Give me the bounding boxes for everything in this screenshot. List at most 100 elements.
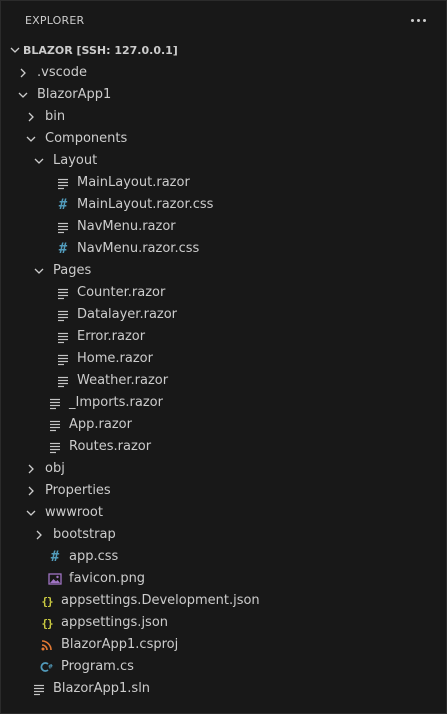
chevron-down-icon[interactable]: [31, 263, 47, 279]
tree-item-label: Counter.razor: [77, 285, 166, 300]
tree-file-row[interactable]: _Imports.razor: [1, 392, 446, 414]
lines-file-icon: [55, 373, 71, 389]
workspace-section-header[interactable]: BLAZOR [SSH: 127.0.0.1]: [1, 39, 446, 61]
tree-folder-row[interactable]: wwwroot: [1, 502, 446, 524]
tree-file-row[interactable]: Weather.razor: [1, 370, 446, 392]
lines-file-icon: [47, 417, 63, 433]
tree-folder-row[interactable]: .vscode: [1, 62, 446, 84]
tree-item-label: App.razor: [69, 417, 132, 432]
tree-file-row[interactable]: NavMenu.razor: [1, 216, 446, 238]
tree-file-row[interactable]: BlazorApp1.csproj: [1, 634, 446, 656]
lines-file-icon: [55, 175, 71, 191]
chevron-right-icon[interactable]: [23, 483, 39, 499]
lines-file-icon: [55, 219, 71, 235]
tree-folder-row[interactable]: Layout: [1, 150, 446, 172]
hash-css-icon: #: [58, 241, 68, 257]
tree-file-row[interactable]: Datalayer.razor: [1, 304, 446, 326]
tree-item-label: bin: [45, 109, 66, 124]
tree-item-label: Routes.razor: [69, 439, 152, 454]
tree-item-label: MainLayout.razor.css: [77, 197, 214, 212]
tree-item-label: MainLayout.razor: [77, 175, 190, 190]
tree-item-label: Weather.razor: [77, 373, 169, 388]
hash-css-icon: #: [58, 197, 68, 213]
chevron-down-icon[interactable]: [23, 505, 39, 521]
tree-file-row[interactable]: Routes.razor: [1, 436, 446, 458]
tree-file-row[interactable]: BlazorApp1.sln: [1, 678, 446, 700]
tree-file-row[interactable]: App.razor: [1, 414, 446, 436]
explorer-title: EXPLORER: [25, 13, 85, 27]
chevron-down-icon[interactable]: [15, 87, 31, 103]
file-tree: .vscode BlazorApp1 bin Components Layout Main…: [1, 62, 446, 700]
csharp-icon: #: [39, 659, 55, 675]
tree-folder-row[interactable]: Pages: [1, 260, 446, 282]
tree-file-row[interactable]: {} appsettings.Development.json: [1, 590, 446, 612]
image-file-icon: [47, 571, 63, 587]
chevron-right-icon[interactable]: [23, 109, 39, 125]
tree-item-label: NavMenu.razor: [77, 219, 176, 234]
hash-css-icon: #: [50, 549, 60, 565]
tree-file-row[interactable]: # Program.cs: [1, 656, 446, 678]
tree-item-label: appsettings.json: [61, 615, 169, 630]
tree-item-label: Components: [45, 131, 128, 146]
tree-folder-row[interactable]: BlazorApp1: [1, 84, 446, 106]
chevron-right-icon[interactable]: [23, 461, 39, 477]
rss-feed-icon: [39, 637, 55, 653]
tree-file-row[interactable]: favicon.png: [1, 568, 446, 590]
tree-file-row[interactable]: # MainLayout.razor.css: [1, 194, 446, 216]
tree-folder-row[interactable]: bootstrap: [1, 524, 446, 546]
tree-file-row[interactable]: # NavMenu.razor.css: [1, 238, 446, 260]
chevron-down-icon[interactable]: [23, 131, 39, 147]
more-actions-icon[interactable]: [411, 12, 426, 28]
chevron-down-icon[interactable]: [31, 153, 47, 169]
tree-folder-row[interactable]: obj: [1, 458, 446, 480]
tree-item-label: Datalayer.razor: [77, 307, 178, 322]
tree-file-row[interactable]: Error.razor: [1, 326, 446, 348]
workspace-section-title: BLAZOR [SSH: 127.0.0.1]: [23, 43, 178, 57]
braces-json-icon: {}: [41, 594, 53, 608]
tree-item-label: Pages: [53, 263, 92, 278]
tree-item-label: Properties: [45, 483, 111, 498]
tree-file-row[interactable]: Counter.razor: [1, 282, 446, 304]
tree-item-label: BlazorApp1.sln: [53, 681, 151, 696]
lines-file-icon: [55, 329, 71, 345]
tree-item-label: BlazorApp1.csproj: [61, 637, 179, 652]
tree-item-label: app.css: [69, 549, 119, 564]
chevron-right-icon[interactable]: [15, 65, 31, 81]
tree-item-label: .vscode: [37, 65, 87, 80]
tree-item-label: Program.cs: [61, 659, 134, 674]
tree-file-row[interactable]: # app.css: [1, 546, 446, 568]
lines-file-icon: [31, 681, 47, 697]
tree-item-label: wwwroot: [45, 505, 103, 520]
lines-file-icon: [47, 439, 63, 455]
tree-folder-row[interactable]: bin: [1, 106, 446, 128]
tree-file-row[interactable]: MainLayout.razor: [1, 172, 446, 194]
tree-file-row[interactable]: {} appsettings.json: [1, 612, 446, 634]
tree-item-label: BlazorApp1: [37, 87, 112, 102]
tree-file-row[interactable]: Home.razor: [1, 348, 446, 370]
tree-folder-row[interactable]: Properties: [1, 480, 446, 502]
tree-item-label: Error.razor: [77, 329, 146, 344]
chevron-right-icon[interactable]: [31, 527, 47, 543]
lines-file-icon: [55, 351, 71, 367]
braces-json-icon: {}: [41, 616, 53, 630]
lines-file-icon: [47, 395, 63, 411]
tree-folder-row[interactable]: Components: [1, 128, 446, 150]
tree-item-label: _Imports.razor: [69, 395, 163, 410]
explorer-header: EXPLORER: [1, 1, 446, 39]
tree-item-label: obj: [45, 461, 65, 476]
